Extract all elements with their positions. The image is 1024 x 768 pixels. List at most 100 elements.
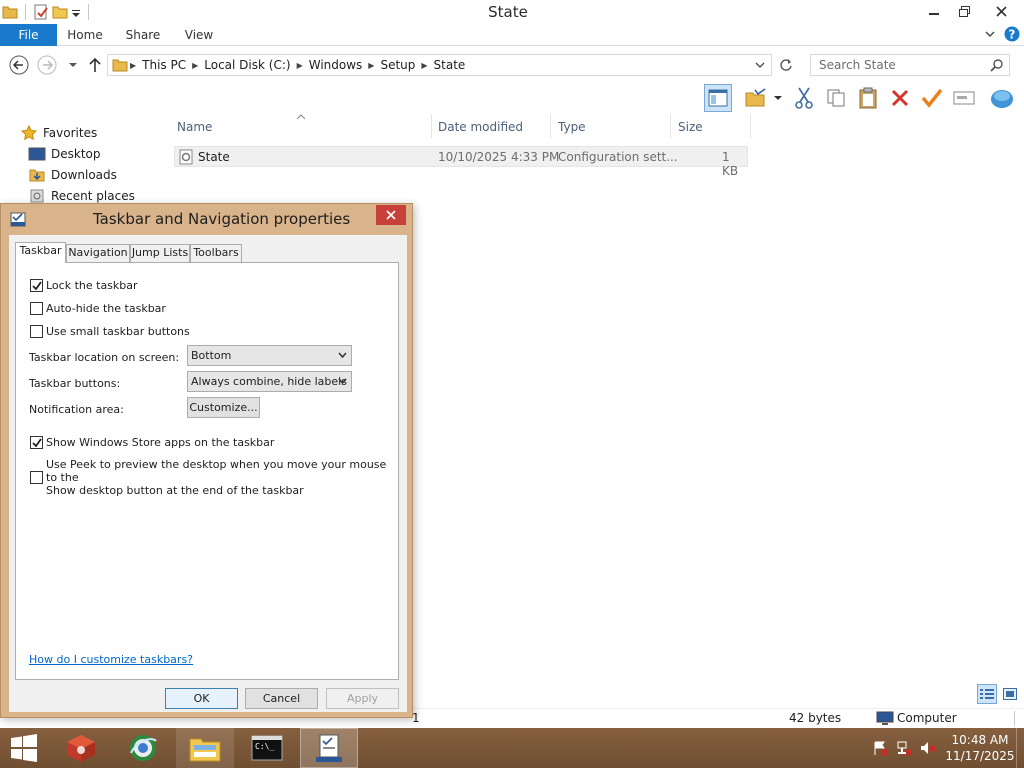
window-title: State: [488, 3, 528, 21]
tab-home[interactable]: Home: [62, 24, 108, 46]
network-icon[interactable]: [896, 740, 912, 756]
tab-toolbars[interactable]: Toolbars: [190, 244, 242, 262]
expand-ribbon-icon[interactable]: [984, 28, 996, 40]
tab-file[interactable]: File: [0, 24, 57, 46]
taskbar-app-taskbar-properties[interactable]: [300, 728, 358, 768]
taskbar-buttons-select[interactable]: Always combine, hide labels: [187, 371, 352, 392]
recent-locations-icon[interactable]: [62, 54, 84, 76]
breadcrumb-arrow[interactable]: ▶: [366, 61, 376, 70]
large-icons-view-icon[interactable]: [1000, 684, 1020, 704]
lock-taskbar-label: Lock the taskbar: [46, 279, 138, 292]
nav-recent-places-label: Recent places: [51, 189, 135, 203]
cancel-button[interactable]: Cancel: [245, 688, 318, 709]
taskbar-app-package[interactable]: [52, 728, 110, 768]
column-header-size[interactable]: Size: [671, 114, 751, 138]
up-arrow-icon[interactable]: [84, 54, 106, 76]
checkbox-unchecked[interactable]: [30, 325, 43, 338]
windows-logo-icon: [11, 734, 37, 762]
paste-icon[interactable]: [854, 84, 882, 112]
clock-date: 11/17/2025: [945, 749, 1015, 763]
copy-icon[interactable]: [822, 84, 850, 112]
nav-favorites[interactable]: Favorites: [20, 123, 97, 143]
dialog-body: Taskbar Navigation Jump Lists Toolbars L…: [9, 235, 407, 712]
ok-button[interactable]: OK: [165, 688, 238, 709]
help-link[interactable]: How do I customize taskbars?: [29, 653, 193, 666]
action-center-flag-icon[interactable]: [872, 740, 888, 756]
nav-desktop[interactable]: Desktop: [28, 144, 101, 164]
peek-checkbox[interactable]: Use Peek to preview the desktop when you…: [30, 458, 398, 497]
store-apps-checkbox[interactable]: Show Windows Store apps on the taskbar: [30, 436, 274, 449]
folder-icon: [112, 57, 128, 73]
breadcrumb-state[interactable]: State: [430, 58, 470, 72]
chevron-down-icon: [338, 352, 347, 359]
tab-taskbar[interactable]: Taskbar: [15, 242, 66, 263]
breadcrumb-arrow[interactable]: ▶: [419, 61, 429, 70]
checkbox-unchecked[interactable]: [30, 302, 43, 315]
address-dropdown-icon[interactable]: [755, 60, 765, 70]
file-row[interactable]: State 10/10/2025 4:33 PM Configuration s…: [174, 146, 748, 178]
checkbox-unchecked[interactable]: [30, 471, 43, 484]
system-tray: 10:48 AM 11/17/2025: [872, 728, 1024, 768]
taskbar-tab-panel: Lock the taskbar Auto-hide the taskbar U…: [15, 262, 399, 680]
preview-pane-icon[interactable]: [704, 84, 732, 112]
breadcrumb-arrow[interactable]: ▶: [128, 61, 138, 70]
column-header-name[interactable]: Name: [170, 114, 432, 138]
folder-options-icon[interactable]: [742, 84, 770, 112]
desktop-icon: [28, 146, 46, 162]
file-date: 10/10/2025 4:33 PM: [438, 150, 560, 164]
show-desktop-button[interactable]: [1016, 728, 1024, 768]
breadcrumb-arrow[interactable]: ▶: [190, 61, 200, 70]
restore-button[interactable]: [949, 0, 979, 22]
dialog-close-button[interactable]: [376, 205, 406, 225]
search-input[interactable]: Search State: [810, 54, 1010, 76]
globe-icon[interactable]: [988, 84, 1016, 112]
tab-navigation[interactable]: Navigation: [66, 244, 130, 262]
breadcrumb-windows[interactable]: Windows: [305, 58, 367, 72]
start-button[interactable]: [0, 728, 48, 768]
checkbox-checked[interactable]: [30, 279, 43, 292]
rename-icon[interactable]: [950, 84, 978, 112]
command-toolbar: [0, 84, 1024, 114]
taskbar-app-command-prompt[interactable]: C:\_: [238, 728, 296, 768]
search-icon[interactable]: [990, 58, 1004, 72]
dialog-title-bar[interactable]: Taskbar and Navigation properties: [1, 204, 412, 234]
taskbar-buttons-value: Always combine, hide labels: [191, 375, 347, 388]
notification-label: Notification area:: [29, 403, 124, 416]
apply-button[interactable]: Apply: [326, 688, 399, 709]
tab-share[interactable]: Share: [120, 24, 166, 46]
forward-button[interactable]: [36, 54, 58, 76]
small-buttons-checkbox[interactable]: Use small taskbar buttons: [30, 325, 190, 338]
delete-icon[interactable]: [886, 84, 914, 112]
taskbar-app-internet-explorer[interactable]: [114, 728, 172, 768]
help-icon[interactable]: ?: [1004, 26, 1020, 42]
column-header-date[interactable]: Date modified: [431, 114, 551, 138]
address-bar[interactable]: ▶ This PC ▶ Local Disk (C:) ▶ Windows ▶ …: [107, 54, 772, 76]
options-dropdown-icon[interactable]: [770, 84, 786, 112]
breadcrumb-setup[interactable]: Setup: [376, 58, 419, 72]
breadcrumb-local-disk[interactable]: Local Disk (C:): [200, 58, 294, 72]
close-button[interactable]: [979, 0, 1024, 22]
details-view-icon[interactable]: [977, 684, 997, 704]
cut-icon[interactable]: [790, 84, 818, 112]
refresh-button[interactable]: [775, 54, 797, 76]
store-apps-label: Show Windows Store apps on the taskbar: [46, 436, 275, 449]
checkbox-checked[interactable]: [30, 436, 43, 449]
nav-downloads[interactable]: Downloads: [28, 165, 117, 185]
lock-taskbar-checkbox[interactable]: Lock the taskbar: [30, 279, 138, 292]
checkmark-icon[interactable]: [918, 84, 946, 112]
recent-places-icon: [28, 188, 46, 204]
minimize-button[interactable]: [919, 0, 949, 22]
taskbar-app-file-explorer[interactable]: [176, 728, 234, 768]
customize-button[interactable]: Customize...: [187, 397, 260, 418]
tab-view[interactable]: View: [176, 24, 222, 46]
breadcrumb-arrow[interactable]: ▶: [295, 61, 305, 70]
auto-hide-checkbox[interactable]: Auto-hide the taskbar: [30, 302, 166, 315]
column-header-type[interactable]: Type: [551, 114, 671, 138]
taskbar-location-select[interactable]: Bottom: [187, 345, 352, 366]
tab-jump-lists[interactable]: Jump Lists: [130, 244, 190, 262]
clock[interactable]: 10:48 AM 11/17/2025: [944, 732, 1016, 764]
volume-muted-icon[interactable]: [920, 740, 936, 756]
back-button[interactable]: [8, 54, 30, 76]
breadcrumb-this-pc[interactable]: This PC: [138, 58, 190, 72]
ribbon-right-controls: ?: [984, 26, 1020, 42]
